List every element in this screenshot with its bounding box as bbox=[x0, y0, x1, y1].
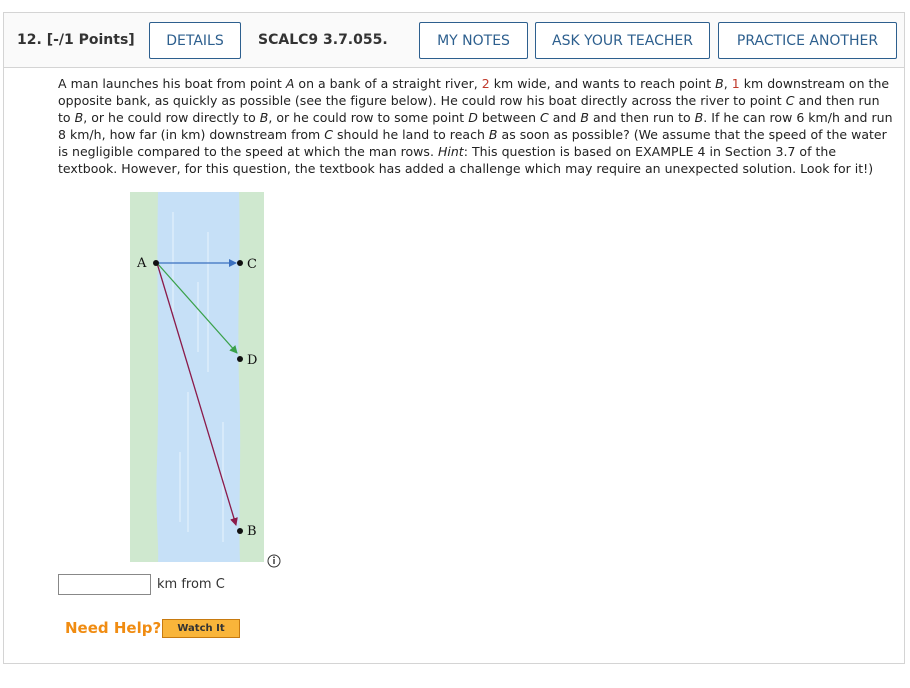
left-bank bbox=[130, 192, 160, 562]
label-b: B bbox=[247, 524, 257, 539]
watch-it-button[interactable]: Watch It bbox=[162, 619, 240, 638]
problem-code: SCALC9 3.7.055. bbox=[258, 32, 388, 48]
details-button[interactable]: DETAILS bbox=[149, 22, 241, 59]
question-number: 12. [-/1 Points] bbox=[17, 20, 135, 60]
my-notes-button[interactable]: MY NOTES bbox=[419, 22, 528, 59]
question-text: A man launches his boat from point A on … bbox=[58, 76, 893, 176]
info-circle-icon[interactable] bbox=[267, 554, 281, 568]
point-d bbox=[237, 356, 243, 362]
point-a bbox=[153, 260, 159, 266]
points-text: [-/1 Points] bbox=[46, 32, 135, 48]
label-c: C bbox=[247, 257, 257, 272]
practice-another-button[interactable]: PRACTICE ANOTHER bbox=[718, 22, 897, 59]
label-a: A bbox=[136, 256, 147, 271]
answer-input[interactable] bbox=[58, 574, 151, 595]
downstream-distance-value: 1 bbox=[731, 76, 740, 91]
river-water bbox=[156, 192, 241, 562]
right-bank bbox=[236, 192, 264, 562]
river-width-value: 2 bbox=[481, 76, 490, 91]
point-b bbox=[237, 528, 243, 534]
ask-teacher-button[interactable]: ASK YOUR TEACHER bbox=[535, 22, 710, 59]
need-help-label: Need Help? bbox=[65, 619, 162, 637]
river-figure: A C D B bbox=[130, 192, 281, 568]
label-d: D bbox=[247, 353, 257, 368]
point-c bbox=[237, 260, 243, 266]
question-number-text: 12. bbox=[17, 32, 42, 48]
answer-unit-label: km from C bbox=[157, 577, 225, 592]
